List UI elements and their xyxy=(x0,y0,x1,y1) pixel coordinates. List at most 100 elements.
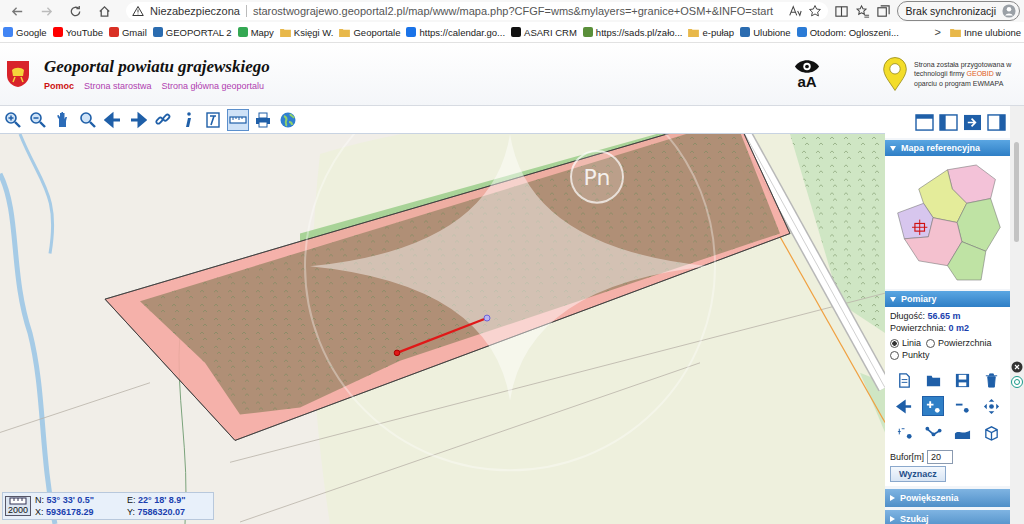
mode-radio[interactable]: Punkty xyxy=(890,350,930,360)
legend-icon xyxy=(204,111,222,129)
radio-button[interactable] xyxy=(926,339,935,348)
profile-button[interactable]: Brak synchronizacji xyxy=(897,1,1020,21)
more-bookmarks[interactable]: > xyxy=(932,26,944,38)
measure-tool-button[interactable] xyxy=(893,422,915,442)
measure-end-point[interactable] xyxy=(484,315,490,321)
toolbar-button[interactable] xyxy=(52,109,74,131)
compute-button[interactable]: Wyznacz xyxy=(890,466,946,482)
read-aloud-icon[interactable] xyxy=(788,4,802,18)
forward-icon[interactable] xyxy=(39,4,54,19)
bookmark-label: Gmail xyxy=(122,27,147,38)
radio-button[interactable] xyxy=(890,351,899,360)
font-size-toggle[interactable]: aA xyxy=(797,74,816,89)
layout-full-icon[interactable] xyxy=(987,114,1006,131)
toolbar-button[interactable] xyxy=(277,109,299,131)
measure-tool-button[interactable] xyxy=(951,396,973,416)
bookmark[interactable]: https://sads.pl/zało... xyxy=(583,27,683,38)
map-canvas[interactable]: Pn 2000 N: 53° 33' 0.5" E: 22° 18' 8.9" … xyxy=(0,134,885,524)
selected-parcel[interactable] xyxy=(105,134,790,440)
bookmark[interactable]: Geoportale xyxy=(339,27,400,38)
measure-tool-button[interactable] xyxy=(893,396,915,416)
favorite-star-icon[interactable] xyxy=(808,4,822,18)
measure-tool-button[interactable] xyxy=(922,370,944,390)
site-title: Geoportal powiatu grajewskiego xyxy=(44,57,270,77)
toolbar-button[interactable] xyxy=(177,109,199,131)
toolbar-button[interactable] xyxy=(127,109,149,131)
toolbar-button[interactable] xyxy=(202,109,224,131)
search-header[interactable]: Szukaj xyxy=(885,510,1010,524)
bookmark[interactable]: Ulubione xyxy=(740,27,791,38)
measure-tool-button[interactable] xyxy=(893,370,915,390)
bookmark[interactable]: https://calendar.go... xyxy=(406,27,505,38)
expand-icon xyxy=(890,495,895,501)
bookmark[interactable]: Google xyxy=(3,27,47,38)
split-screen-icon[interactable] xyxy=(834,4,849,19)
profile-label: Brak synchronizacji xyxy=(906,5,996,17)
measure-header[interactable]: Pomiary xyxy=(885,291,1010,307)
side-panel: Mapa referencyjna Pomiary Długość: 56.65… xyxy=(885,106,1010,524)
scale-box[interactable]: 2000 xyxy=(5,496,31,516)
bookmark[interactable]: Księgi W. xyxy=(280,27,334,38)
reload-icon[interactable] xyxy=(68,4,83,19)
reference-map[interactable] xyxy=(885,156,1010,289)
scrollbar[interactable] xyxy=(1010,106,1024,524)
close-icon[interactable] xyxy=(1011,361,1023,373)
security-label[interactable]: Niezabezpieczona xyxy=(150,5,240,17)
site-icon xyxy=(153,27,163,37)
site-icon xyxy=(583,27,593,37)
mode-radio[interactable]: Powierzchnia xyxy=(926,338,992,348)
bookmark[interactable]: YouTube xyxy=(53,27,103,38)
bookmark[interactable]: e-pułap xyxy=(688,27,734,38)
url-field[interactable]: Niezabezpieczona starostwograjewo.geopor… xyxy=(126,2,828,20)
sidebar-icon[interactable] xyxy=(1011,376,1023,388)
map-layer[interactable]: Pn xyxy=(0,134,885,524)
header-link[interactable]: Pomoc xyxy=(44,81,74,91)
measure-tool-button[interactable] xyxy=(951,422,973,442)
save-icon xyxy=(954,372,971,389)
info-icon xyxy=(179,111,197,129)
layout-left-icon[interactable] xyxy=(939,114,958,131)
toolbar-button[interactable] xyxy=(152,109,174,131)
measure-tool-button[interactable] xyxy=(980,370,1002,390)
header-link[interactable]: Strona główna geoportalu xyxy=(162,81,265,91)
header-link[interactable]: Strona starostwa xyxy=(84,81,152,91)
river xyxy=(0,174,55,524)
bookmark[interactable]: Otodom: Ogloszeni... xyxy=(797,27,899,38)
measure-tool-button[interactable] xyxy=(951,370,973,390)
toolbar-button[interactable] xyxy=(27,109,49,131)
measure-line[interactable] xyxy=(397,318,487,353)
other-bookmarks[interactable]: Inne ulubione xyxy=(950,27,1021,38)
reference-map-header[interactable]: Mapa referencyjna xyxy=(885,140,1010,156)
layout-top-icon[interactable] xyxy=(915,114,934,131)
buffer-input[interactable]: 20 xyxy=(927,450,953,464)
measure-tool-button[interactable] xyxy=(980,422,1002,442)
bookmark[interactable]: GEOPORTAL 2 xyxy=(153,27,232,38)
toolbar-button[interactable] xyxy=(77,109,99,131)
toolbar-button[interactable] xyxy=(2,109,24,131)
toolbar-button[interactable] xyxy=(252,109,274,131)
parcel-boundary xyxy=(105,134,790,440)
zoom-header[interactable]: Powiększenia xyxy=(885,489,1010,507)
mode-radio[interactable]: Linia xyxy=(890,338,921,348)
measure-start-point[interactable] xyxy=(394,350,400,356)
scroll-thumb[interactable] xyxy=(1014,142,1019,242)
home-icon[interactable] xyxy=(97,4,112,19)
radio-button[interactable] xyxy=(890,339,899,348)
layout-right-icon[interactable] xyxy=(963,114,982,131)
bookmark-label: Mapy xyxy=(251,27,274,38)
toolbar-button[interactable] xyxy=(227,109,249,131)
bookmark[interactable]: Mapy xyxy=(238,27,274,38)
bookmark-label: e-pułap xyxy=(702,27,734,38)
measure-tool-button[interactable] xyxy=(922,396,944,416)
bookmark[interactable]: ASARI CRM xyxy=(511,27,577,38)
toolbar-button[interactable] xyxy=(102,109,124,131)
favorites-icon[interactable] xyxy=(855,4,870,19)
bookmark[interactable]: Gmail xyxy=(109,27,147,38)
back-icon[interactable] xyxy=(10,4,25,19)
url-text[interactable]: starostwograjewo.geoportal2.pl/map/www/m… xyxy=(253,5,782,17)
measure-tool-button[interactable] xyxy=(922,422,944,442)
area-icon xyxy=(954,424,971,441)
measure-tool-button[interactable] xyxy=(980,396,1002,416)
collections-icon[interactable] xyxy=(876,4,891,19)
accessibility-toggle[interactable]: aA xyxy=(794,59,820,89)
